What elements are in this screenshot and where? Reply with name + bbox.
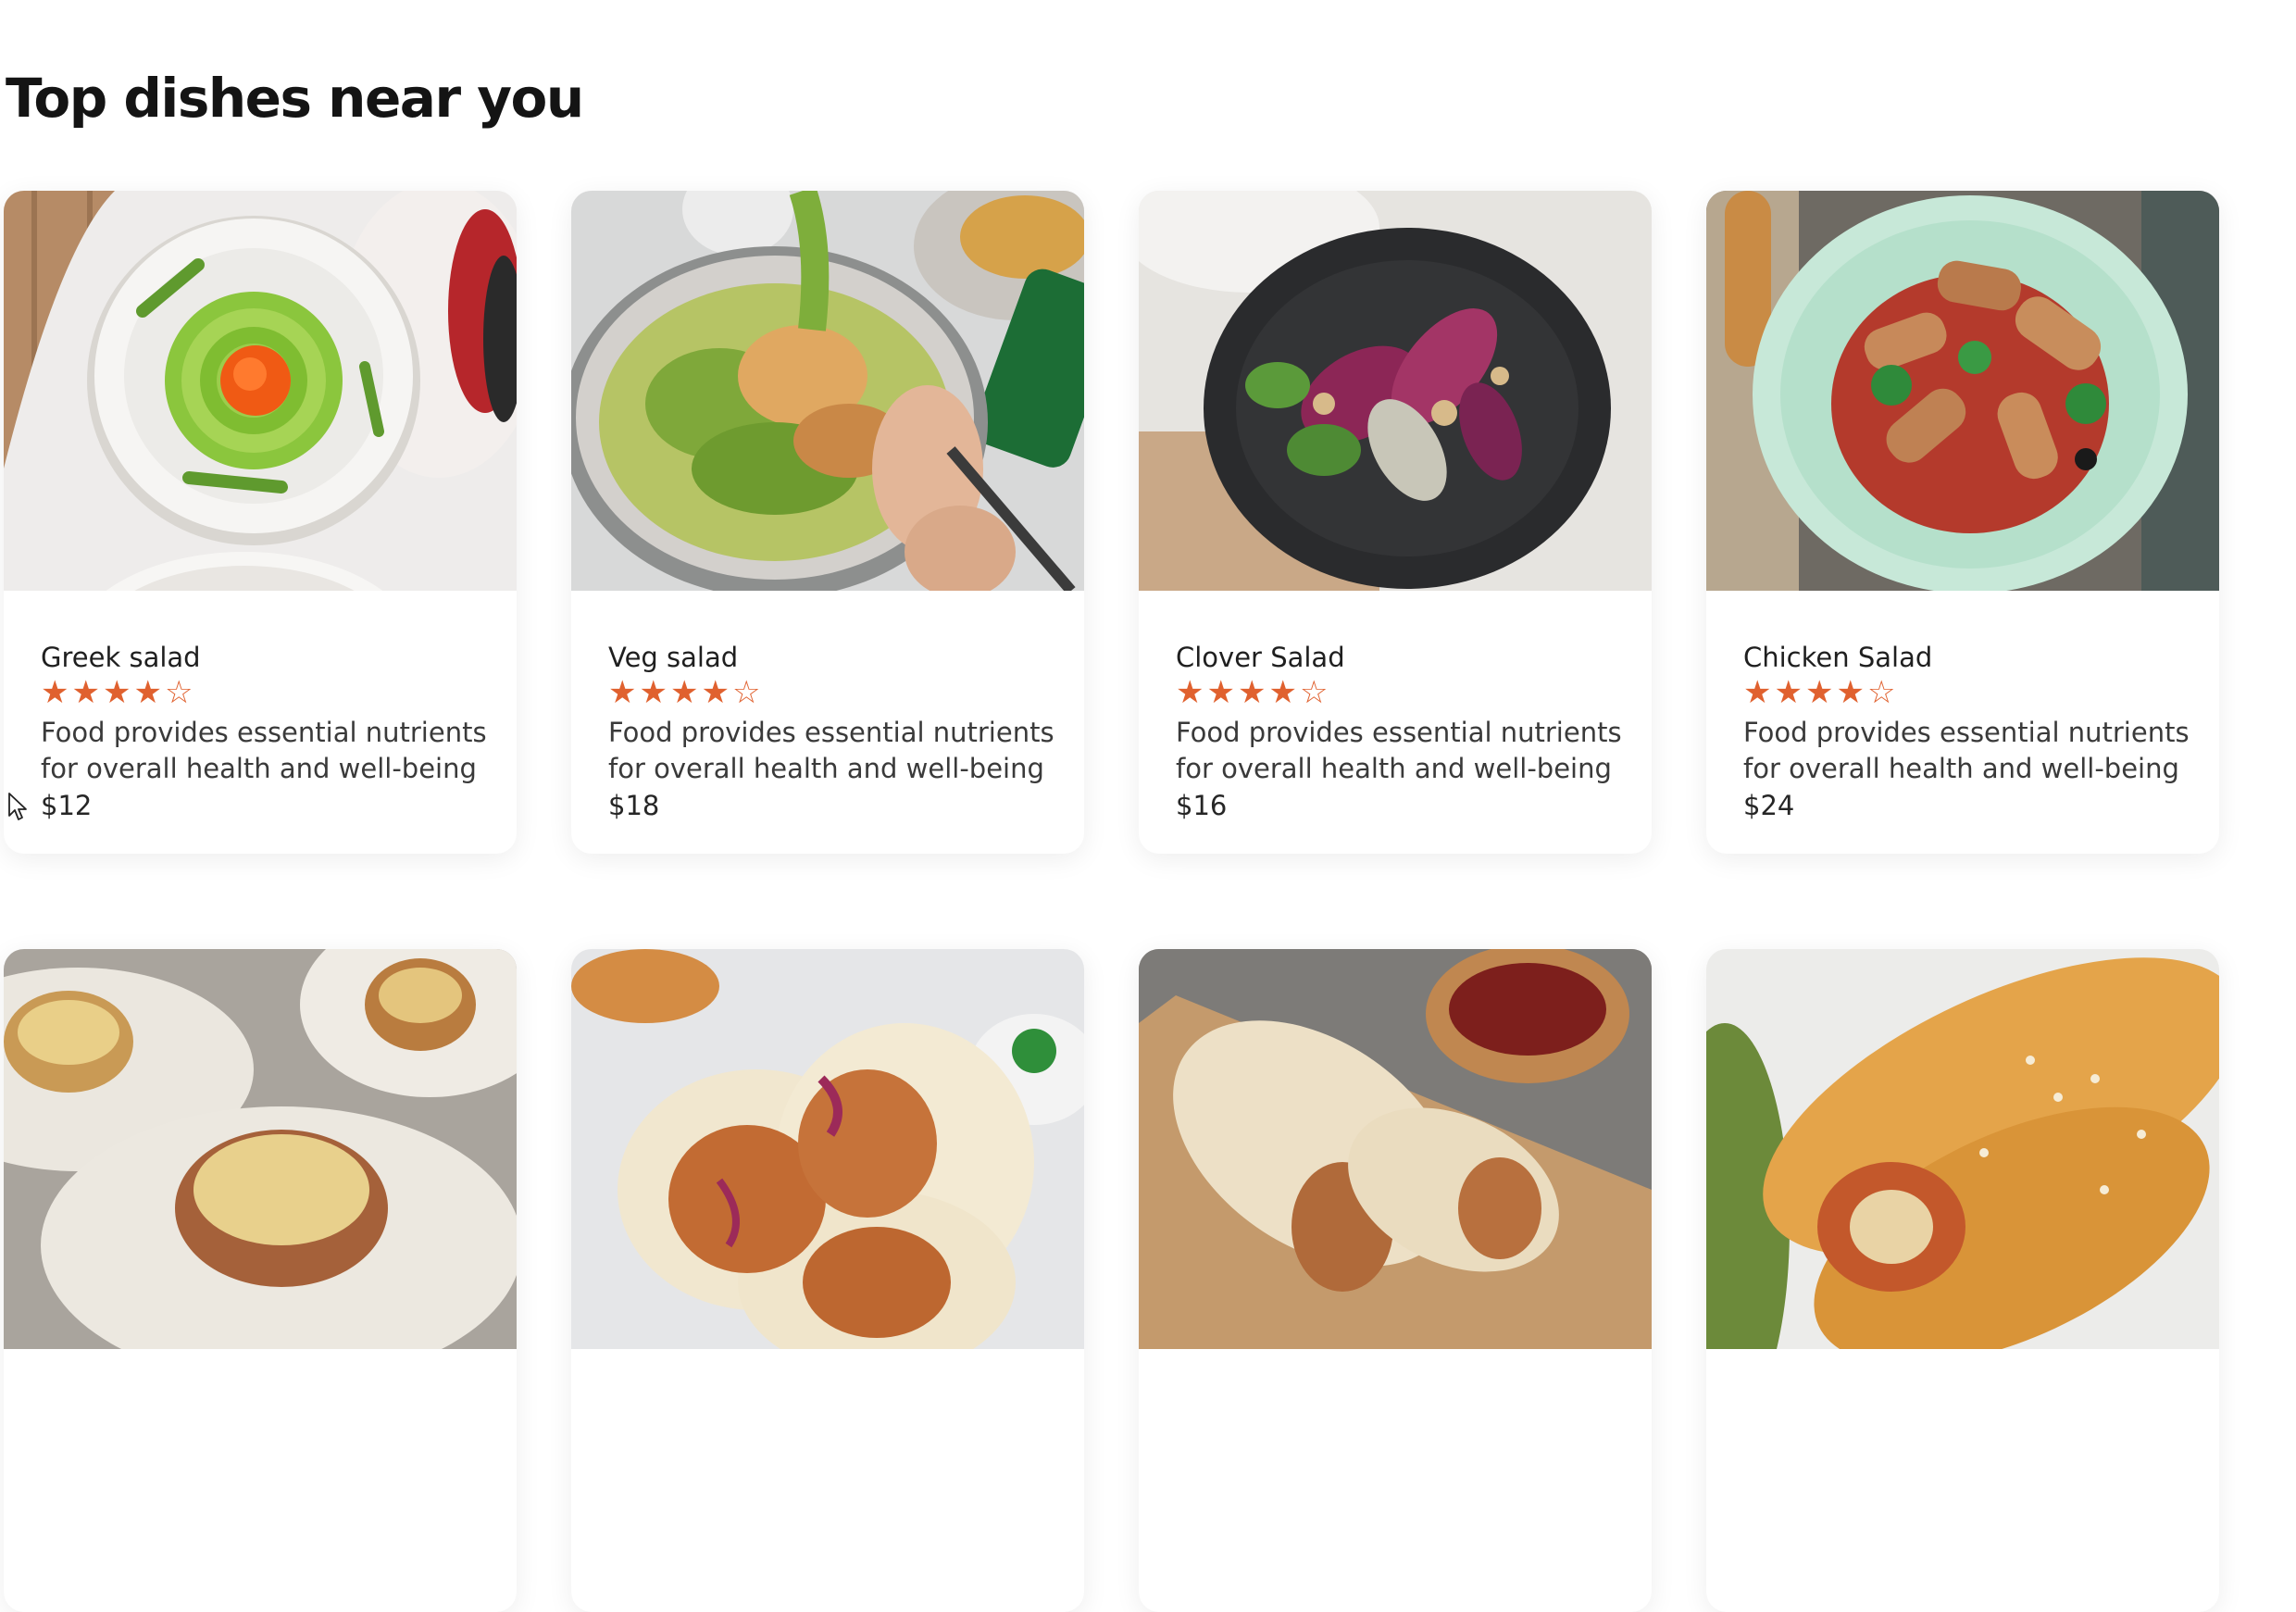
star-rating: ★ ★ ★ ★ ☆ [1176, 676, 1652, 709]
dish-description: Food provides essential nutrients for ov… [1176, 717, 1622, 784]
star-filled-icon: ★ [71, 674, 100, 711]
page-title: Top dishes near you [6, 67, 584, 130]
dish-name: Chicken Salad [1743, 642, 1933, 673]
chicken-wraps-photo[interactable] [571, 949, 1084, 1349]
dish-grid: Greek salad ★ ★ ★ ★ ☆ Food provides esse… [4, 191, 2222, 1612]
star-filled-icon: ★ [1237, 674, 1267, 711]
greek-salad-photo[interactable] [4, 191, 517, 591]
dish-description: Food provides essential nutrients for ov… [1743, 717, 2190, 784]
star-filled-icon: ★ [133, 674, 162, 711]
dish-description: Food provides essential nutrients for ov… [608, 717, 1054, 784]
dish-price: $16 [1176, 790, 1228, 821]
star-filled-icon: ★ [669, 674, 699, 711]
dish-card-chicken-wraps[interactable] [571, 949, 1084, 1612]
star-filled-icon: ★ [701, 674, 730, 711]
dish-price: $24 [1743, 790, 1795, 821]
dish-card-burrito-wrap[interactable] [1139, 949, 1652, 1612]
star-filled-icon: ★ [1836, 674, 1865, 711]
star-filled-icon: ★ [1743, 674, 1772, 711]
dish-name: Greek salad [41, 642, 201, 673]
star-filled-icon: ★ [1804, 674, 1834, 711]
veg-salad-photo[interactable] [571, 191, 1084, 591]
star-rating: ★ ★ ★ ★ ☆ [608, 676, 1084, 709]
dish-name: Clover Salad [1176, 642, 1345, 673]
star-filled-icon: ★ [608, 674, 637, 711]
dish-description: Food provides essential nutrients for ov… [41, 717, 487, 784]
dish-card-clover-salad[interactable]: Clover Salad ★ ★ ★ ★ ☆ Food provides ess… [1139, 191, 1652, 854]
star-filled-icon: ★ [1206, 674, 1235, 711]
dish-price: $18 [608, 790, 660, 821]
star-filled-icon: ★ [1774, 674, 1803, 711]
star-rating: ★ ★ ★ ★ ☆ [41, 676, 517, 709]
star-filled-icon: ★ [1268, 674, 1297, 711]
dish-name: Veg salad [608, 642, 739, 673]
dish-card-lasagna-rolls[interactable] [4, 949, 517, 1612]
lasagna-rolls-photo[interactable] [4, 949, 517, 1349]
dish-card-greek-salad[interactable]: Greek salad ★ ★ ★ ★ ☆ Food provides esse… [4, 191, 517, 854]
mouse-cursor-icon [8, 793, 27, 820]
star-filled-icon: ★ [1176, 674, 1204, 711]
star-filled-icon: ★ [639, 674, 668, 711]
star-empty-icon: ☆ [1299, 674, 1329, 711]
star-filled-icon: ★ [41, 674, 69, 711]
star-rating: ★ ★ ★ ★ ☆ [1743, 676, 2219, 709]
dish-price: $12 [41, 790, 93, 821]
dish-card-veg-salad[interactable]: Veg salad ★ ★ ★ ★ ☆ Food provides essent… [571, 191, 1084, 854]
chicken-salad-photo[interactable] [1706, 191, 2219, 591]
star-empty-icon: ☆ [1866, 674, 1896, 711]
star-filled-icon: ★ [102, 674, 131, 711]
sesame-rolls-photo[interactable] [1706, 949, 2219, 1349]
dish-card-sesame-rolls[interactable] [1706, 949, 2219, 1612]
burrito-wrap-photo[interactable] [1139, 949, 1652, 1349]
clover-salad-photo[interactable] [1139, 191, 1652, 591]
dish-card-chicken-salad[interactable]: Chicken Salad ★ ★ ★ ★ ☆ Food provides es… [1706, 191, 2219, 854]
star-empty-icon: ☆ [164, 674, 193, 711]
star-empty-icon: ☆ [731, 674, 761, 711]
